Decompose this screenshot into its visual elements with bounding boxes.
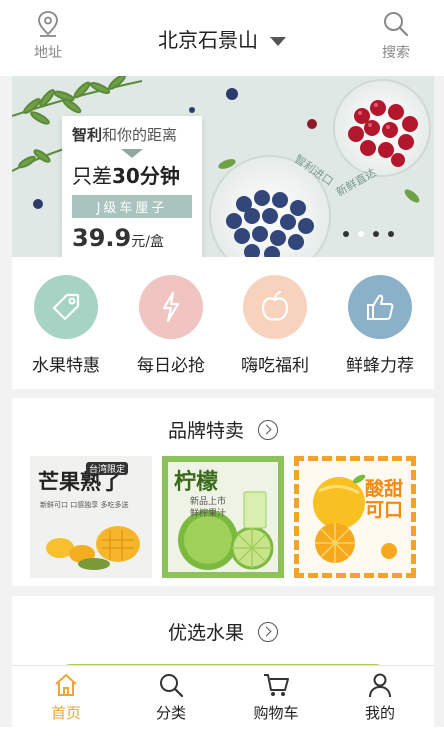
category-label: 鲜蜂力荐 xyxy=(346,356,414,376)
bottom-tab-bar: 首页 分类 购物车 我的 xyxy=(12,665,434,727)
mango-subtitle: 新鲜可口 口感独享 多吃多送 xyxy=(40,501,129,509)
carousel-dot[interactable] xyxy=(343,231,349,237)
tab-label: 购物车 xyxy=(253,704,299,722)
carousel-dots xyxy=(334,222,394,241)
mango-badge: 台湾限定 xyxy=(86,462,129,475)
category-row: 水果特惠 每日必抢 嗨吃福利 鲜蜂力荐 xyxy=(12,257,434,389)
promo-card: 智利和你的距离 只差30分钟 J级车厘子 39.9元/盒 xyxy=(62,116,202,257)
apple-icon xyxy=(261,290,289,321)
select-fruit-header[interactable]: 优选水果 xyxy=(12,596,434,645)
caret-down-icon xyxy=(270,37,286,46)
tab-category[interactable]: 分类 xyxy=(131,672,211,723)
promo-tag: J级车厘子 xyxy=(72,195,192,218)
home-icon xyxy=(55,674,77,696)
category-daily-grab[interactable]: 每日必抢 xyxy=(121,275,221,376)
promo-line1: 智利和你的距离 xyxy=(72,124,192,145)
category-snack-welfare[interactable]: 嗨吃福利 xyxy=(225,275,325,376)
category-circle xyxy=(34,275,98,339)
chevron-right-circle-icon xyxy=(258,621,278,642)
category-circle xyxy=(243,275,307,339)
brand-sale-header[interactable]: 品牌特卖 xyxy=(12,398,434,443)
category-label: 水果特惠 xyxy=(32,356,100,376)
top-header: 地址 北京石景山 搜索 xyxy=(0,0,444,76)
category-recommend[interactable]: 鲜蜂力荐 xyxy=(330,275,430,376)
promo-line2-prefix: 只差 xyxy=(72,164,112,188)
tab-profile[interactable]: 我的 xyxy=(340,672,420,723)
brand-tile-lemon[interactable]: 柠檬 新品上市 鲜榨果汁 xyxy=(162,456,284,578)
promo-line2: 只差30分钟 xyxy=(72,160,192,189)
carousel-dot-active[interactable] xyxy=(358,231,364,237)
brand-sale-section: 品牌特卖 芒果熟了 台湾限定 新鲜可口 口感独享 多吃多送 柠檬 新品上市 鲜榨… xyxy=(12,398,434,586)
user-icon xyxy=(369,673,391,698)
search-button[interactable]: 搜索 xyxy=(366,10,426,62)
bottom-spacer xyxy=(0,727,444,744)
tab-label: 我的 xyxy=(364,704,395,722)
chevron-right-circle-icon xyxy=(258,419,278,440)
thumbs-up-icon xyxy=(367,294,394,320)
category-label: 嗨吃福利 xyxy=(241,356,309,376)
promo-line1-highlight: 智利 xyxy=(72,126,103,144)
tab-cart[interactable]: 购物车 xyxy=(236,672,316,723)
tab-home[interactable]: 首页 xyxy=(26,672,106,723)
lemon-subtitle-2: 鲜榨果汁 xyxy=(190,509,227,519)
brand-tile-orange[interactable]: 酸甜可口 xyxy=(294,456,416,578)
carousel-dot[interactable] xyxy=(373,231,379,237)
category-fruit-deals[interactable]: 水果特惠 xyxy=(16,275,116,376)
city-name: 北京石景山 xyxy=(158,28,258,52)
category-circle xyxy=(139,275,203,339)
category-circle xyxy=(348,275,412,339)
search-label: 搜索 xyxy=(382,45,410,61)
promo-banner[interactable]: 智利进口 新鲜直达 智利和你的距离 只差30分钟 J级车厘子 39.9元/盒 xyxy=(12,76,434,257)
select-fruit-section: 优选水果 xyxy=(12,596,434,676)
search-icon xyxy=(160,674,184,698)
promo-price-number: 39.9 xyxy=(72,224,132,252)
tab-label: 分类 xyxy=(155,704,186,722)
tab-label: 首页 xyxy=(50,704,81,722)
promo-line2-bold: 30分钟 xyxy=(112,164,180,188)
brand-sale-title: 品牌特卖 xyxy=(167,420,244,442)
promo-line1-rest: 和你的距离 xyxy=(102,126,178,144)
lightning-icon xyxy=(162,291,180,323)
select-fruit-title: 优选水果 xyxy=(167,622,244,644)
lemon-title: 柠檬 xyxy=(174,469,219,495)
promo-price-unit: 元/盒 xyxy=(131,234,164,250)
category-label: 每日必抢 xyxy=(137,356,205,376)
cart-icon xyxy=(264,674,289,696)
tag-icon xyxy=(52,293,80,321)
orange-title: 酸甜可口 xyxy=(365,478,404,521)
triangle-down-icon xyxy=(121,149,143,158)
brand-tile-mango[interactable]: 芒果熟了 台湾限定 新鲜可口 口感独享 多吃多送 xyxy=(30,456,152,578)
carousel-dot[interactable] xyxy=(388,231,394,237)
promo-price: 39.9元/盒 xyxy=(72,224,192,252)
search-icon xyxy=(384,12,409,37)
